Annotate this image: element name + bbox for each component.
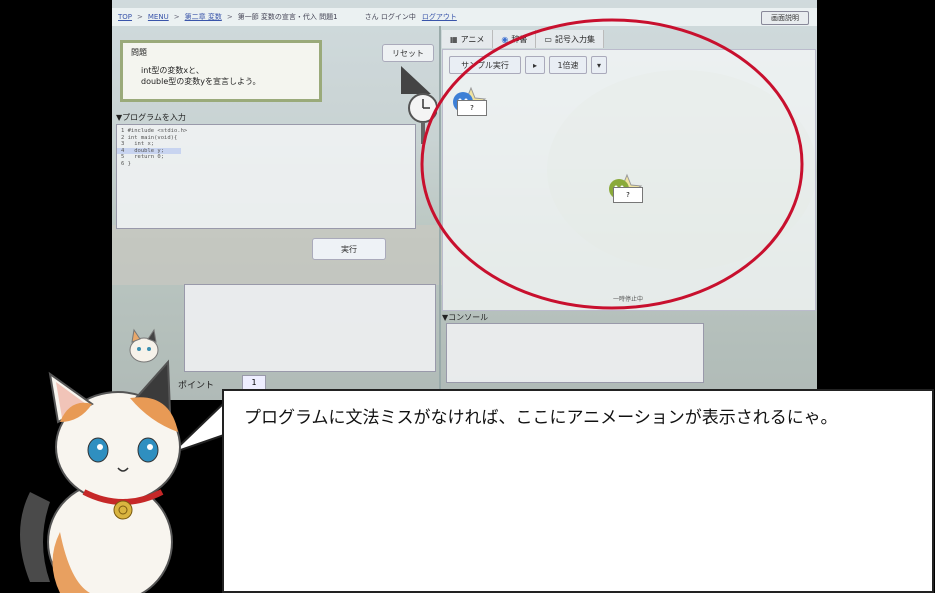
crumb-section: 第一節 変数の宣言・代入 問題1: [237, 13, 338, 21]
crumb-top-link[interactable]: TOP: [118, 13, 132, 21]
crumb-chapter-link[interactable]: 第二章 変数: [185, 12, 222, 22]
login-status: さん ログイン中: [364, 13, 416, 21]
crumb-separator: >: [226, 13, 233, 21]
program-input-label: ▼プログラムを入力: [116, 113, 186, 122]
cat-mascot: [20, 359, 181, 593]
run-button[interactable]: 実行: [312, 238, 386, 260]
crumb-separator: >: [173, 13, 180, 21]
problem-line: double型の変数yを宣言しよう。: [141, 77, 261, 86]
narration-text: プログラムに文法ミスがなければ、ここにアニメーションが表示されるにゃ。: [244, 408, 838, 428]
code-line: 6 }: [121, 160, 131, 167]
problem-box: 問題 int型の変数xと、 double型の変数yを宣言しよう。: [120, 40, 322, 102]
problem-line: int型の変数xと、: [141, 66, 204, 75]
console-output: [446, 323, 704, 383]
console-label: ▼コンソール: [442, 313, 489, 322]
code-editor[interactable]: 1 #include <stdio.h> 2 int main(void){ 3…: [116, 124, 416, 229]
crumb-menu-link[interactable]: MENU: [148, 13, 169, 21]
problem-title: 問題: [131, 48, 147, 57]
crumb-separator: >: [137, 13, 143, 21]
problem-text: int型の変数xと、 double型の変数yを宣言しよう。: [141, 65, 261, 87]
left-panel: 問題 int型の変数xと、 double型の変数yを宣言しよう。 リセット ▼プ…: [112, 26, 438, 400]
highlight-ellipse: [420, 18, 804, 310]
